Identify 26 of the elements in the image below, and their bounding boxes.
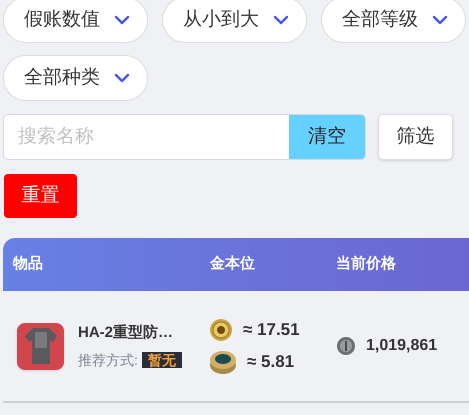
column-header: 物品 xyxy=(12,254,44,274)
filter-button[interactable]: 筛选 xyxy=(378,114,453,160)
currency-coin-icon xyxy=(336,336,356,356)
search-input[interactable]: 搜索名称 xyxy=(4,115,289,159)
filter-dropdown[interactable]: 假账数值 xyxy=(3,0,148,43)
filter-dropdown[interactable]: 全部等级 xyxy=(321,0,466,43)
armor-vest-icon xyxy=(17,322,64,370)
search-field[interactable]: 搜索名称 清空 xyxy=(3,114,366,160)
price-value: 1,019,861 xyxy=(366,336,438,356)
chevron-down-icon xyxy=(114,73,130,83)
column-header: 金本位 xyxy=(208,254,256,274)
item-name: HA-2重型防… xyxy=(78,322,174,343)
coin-icon xyxy=(209,318,233,342)
chevron-down-icon xyxy=(432,15,448,25)
filter-dropdown[interactable]: 从小到大 xyxy=(162,0,307,43)
clear-button[interactable]: 清空 xyxy=(289,115,365,159)
filter-dropdown[interactable]: 全部种类 xyxy=(3,55,148,101)
chevron-down-icon xyxy=(273,15,289,25)
reset-button[interactable]: 重置 xyxy=(4,174,77,218)
token-icon xyxy=(209,349,237,375)
coin-value: ≈ 17.51 xyxy=(243,319,300,342)
recommend-label: 推荐方式: xyxy=(78,352,138,368)
recommend-badge: 暂无 xyxy=(142,352,182,368)
column-header: 当前价格 xyxy=(336,254,396,274)
coin-value: ≈ 5.81 xyxy=(247,351,294,374)
chevron-down-icon xyxy=(114,15,130,25)
